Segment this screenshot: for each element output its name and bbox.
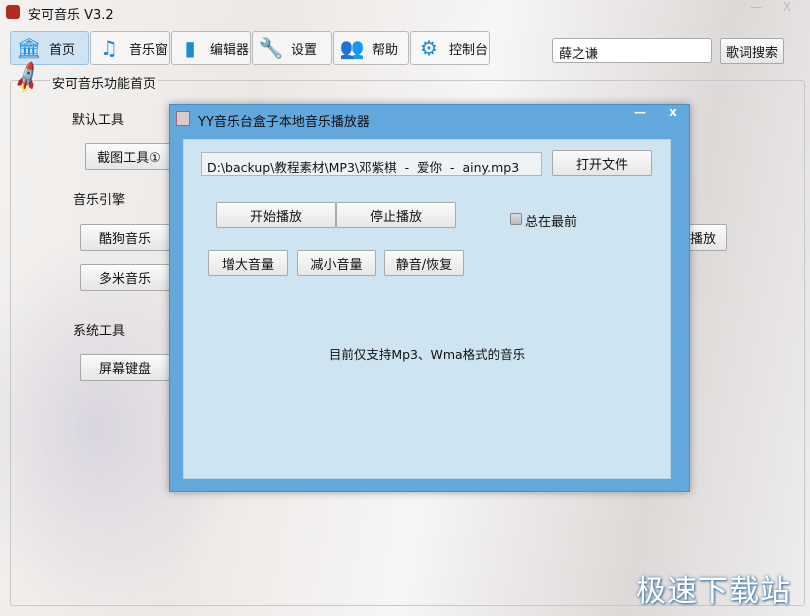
always-on-top-checkbox[interactable] — [510, 213, 522, 225]
onscreen-keyboard-button[interactable]: 屏幕键盘 — [80, 354, 170, 381]
dialog-client-area: D:\backup\教程素材\MP3\邓紫棋 - 爱你 - ainy.mp3 打… — [183, 139, 671, 479]
toolbar-label: 设置 — [291, 42, 318, 58]
gear-icon: ⚙ — [420, 36, 438, 60]
mute-toggle-button[interactable]: 静音/恢复 — [384, 250, 464, 276]
toolbar-music-window[interactable]: ♫ 音乐窗 — [90, 31, 170, 65]
kugou-music-button[interactable]: 酷狗音乐 — [80, 224, 170, 251]
app-icon — [6, 5, 20, 19]
toolbar-home[interactable]: 🏛 首页 — [10, 31, 89, 65]
toolbar-help[interactable]: 👥 帮助 — [333, 31, 409, 65]
format-support-note: 目前仅支持Mp3、Wma格式的音乐 — [328, 347, 526, 362]
lyrics-search-input[interactable]: 薛之谦 — [552, 38, 712, 63]
music-note-icon: ♫ — [100, 36, 118, 60]
toolbar-console[interactable]: ⚙ 控制台 — [410, 31, 490, 65]
document-icon: ▮ — [184, 36, 196, 60]
player-dialog: YY音乐台盒子本地音乐播放器 — x D:\backup\教程素材\MP3\邓紫… — [169, 104, 690, 492]
always-on-top-label: 总在最前 — [525, 215, 578, 230]
duomi-music-button[interactable]: 多米音乐 — [80, 264, 170, 291]
screenshot-tool-button[interactable]: 截图工具① — [85, 143, 173, 170]
minimize-button[interactable]: — — [742, 0, 770, 20]
dialog-minimize-button[interactable]: — — [626, 105, 654, 125]
toolbar-settings[interactable]: 🔧 设置 — [252, 31, 332, 65]
lyrics-search-button[interactable]: 歌词搜索 — [720, 38, 784, 64]
section-label: 音乐引擎 — [73, 193, 126, 208]
open-file-button[interactable]: 打开文件 — [552, 150, 652, 176]
bank-icon: 🏛 — [16, 36, 42, 60]
volume-down-button[interactable]: 减小音量 — [297, 250, 376, 276]
volume-up-button[interactable]: 增大音量 — [208, 250, 288, 276]
wrench-icon: 🔧 — [258, 36, 284, 60]
section-label: 默认工具 — [72, 113, 125, 128]
file-path-input[interactable]: D:\backup\教程素材\MP3\邓紫棋 - 爱你 - ainy.mp3 — [201, 152, 542, 176]
dialog-title: YY音乐台盒子本地音乐播放器 — [198, 115, 370, 130]
toolbar-label: 编辑器 — [210, 42, 250, 58]
section-label: 系统工具 — [73, 324, 126, 339]
dialog-app-icon — [176, 111, 190, 126]
watermark: 极速下载站 — [636, 574, 791, 609]
groupbox-title: 安可音乐功能首页 — [50, 73, 159, 92]
toolbar-label: 帮助 — [372, 42, 399, 58]
toolbar-label: 音乐窗 — [129, 42, 169, 58]
toolbar-label: 首页 — [49, 42, 76, 58]
play-button[interactable]: 开始播放 — [216, 202, 336, 228]
toolbar-label: 控制台 — [449, 42, 489, 58]
toolbar-editor[interactable]: ▮ 编辑器 — [171, 31, 251, 65]
window-title: 安可音乐 V3.2 — [28, 8, 114, 23]
stop-button[interactable]: 停止播放 — [336, 202, 456, 228]
users-icon: 👥 — [339, 36, 365, 60]
dialog-close-button[interactable]: x — [658, 105, 688, 125]
close-button[interactable]: X — [772, 0, 802, 20]
